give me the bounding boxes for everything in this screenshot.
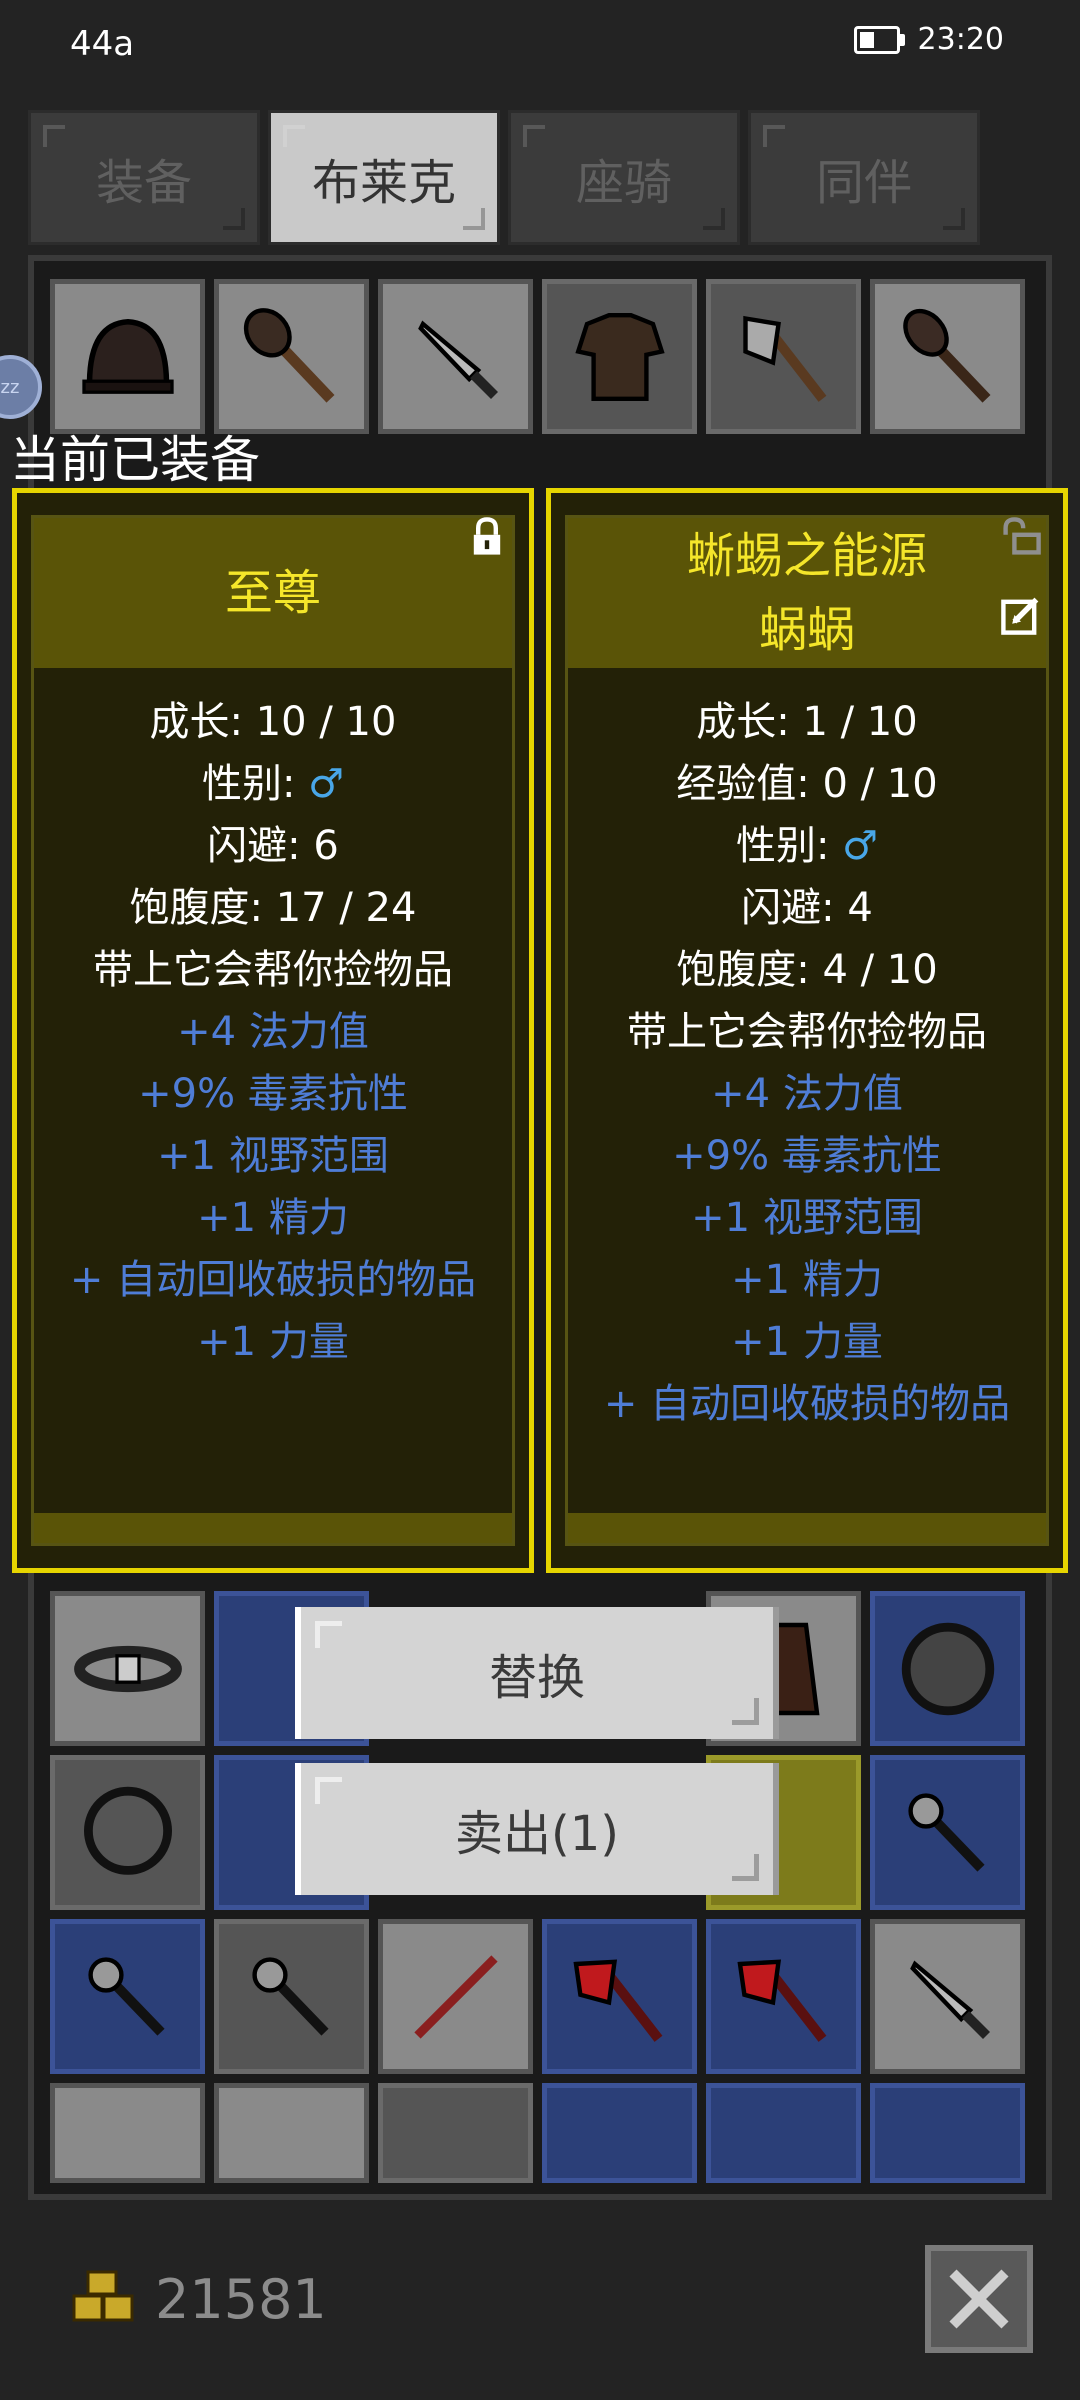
inventory-slot-axe[interactable] bbox=[706, 279, 861, 434]
stat-pickup: 带上它会帮你捡物品 bbox=[93, 947, 453, 993]
close-icon bbox=[949, 2269, 1009, 2329]
buff-mana: +4 法力值 bbox=[711, 1071, 903, 1117]
status-time: 23:20 bbox=[917, 22, 1004, 57]
wand-icon bbox=[88, 1957, 165, 2036]
equipped-pet-name: 至尊 bbox=[224, 565, 321, 621]
buff-auto-recycle: + 自动回收破损的物品 bbox=[69, 1257, 477, 1303]
buff-strength: +1 力量 bbox=[197, 1319, 349, 1365]
stat-growth: 成长: 10 / 10 bbox=[149, 699, 397, 745]
equipped-pet-stats: 成长: 10 / 10 性别: ♂ 闪避: 6 饱腹度: 17 / 24 带上它… bbox=[34, 691, 512, 1373]
new-pet-card: 蜥蜴之能源 蜗蜗 成长: 1 / 10 经验值: 0 / 10 性别: ♂ 闪避… bbox=[546, 488, 1068, 1573]
new-pet-name: 蜗蜗 bbox=[758, 602, 855, 658]
stat-evasion: 闪避: 4 bbox=[741, 885, 873, 931]
inventory-slot-round-shield[interactable] bbox=[50, 1755, 205, 1910]
dagger-icon bbox=[910, 1960, 991, 2040]
round-shield-icon bbox=[84, 1786, 172, 1875]
stat-pickup: 带上它会帮你捡物品 bbox=[627, 1009, 987, 1055]
inventory-slot-sickle-2[interactable] bbox=[870, 2083, 1025, 2183]
inventory-slot-dagger-3[interactable] bbox=[50, 2083, 205, 2183]
inventory-slot-dagger-4[interactable] bbox=[214, 2083, 369, 2183]
inventory-slot-belt[interactable] bbox=[50, 1591, 205, 1746]
helmet-icon bbox=[82, 319, 174, 394]
stat-gender: 性别: ♂ bbox=[735, 823, 879, 869]
inventory-slot-scimitar[interactable] bbox=[542, 2083, 697, 2183]
inventory-slot-wand-3[interactable] bbox=[214, 1919, 369, 2074]
lock-icon[interactable] bbox=[465, 515, 509, 559]
mace-icon bbox=[903, 308, 991, 403]
stat-satiety: 饱腹度: 4 / 10 bbox=[676, 947, 938, 993]
buff-poison-resist: +9% 毒素抗性 bbox=[138, 1071, 408, 1117]
wand-icon bbox=[908, 1793, 985, 1872]
buff-vision: +1 视野范围 bbox=[691, 1195, 923, 1241]
shield-icon bbox=[901, 1622, 995, 1716]
inventory-slot-club[interactable] bbox=[214, 279, 369, 434]
new-pet-stats: 成长: 1 / 10 经验值: 0 / 10 性别: ♂ 闪避: 4 饱腹度: … bbox=[568, 691, 1046, 1435]
stat-gender: 性别: ♂ bbox=[201, 761, 345, 807]
close-button[interactable] bbox=[925, 2245, 1033, 2353]
male-icon: ♂ bbox=[842, 823, 879, 869]
inventory-slot-helmet[interactable] bbox=[50, 279, 205, 434]
armor-icon bbox=[575, 313, 665, 401]
gold-coins-icon bbox=[72, 2270, 134, 2322]
gold-amount: 21581 bbox=[155, 2268, 327, 2331]
buff-stamina: +1 精力 bbox=[731, 1257, 883, 1303]
replace-button[interactable]: 替换 bbox=[295, 1607, 779, 1739]
inventory-slot-wand-2[interactable] bbox=[50, 1919, 205, 2074]
current-equipped-label: 当前已装备 bbox=[10, 431, 260, 489]
tab-blake[interactable]: 布莱克 bbox=[268, 110, 500, 245]
male-icon: ♂ bbox=[308, 761, 345, 807]
belt-icon bbox=[74, 1645, 182, 1693]
red-axe-icon bbox=[573, 1959, 663, 2042]
unlock-icon[interactable] bbox=[999, 515, 1043, 559]
inventory-slot-armor[interactable] bbox=[542, 279, 697, 434]
dagger-icon bbox=[418, 320, 499, 400]
inventory-slot-red-axe[interactable] bbox=[542, 1919, 697, 2074]
stat-growth: 成长: 1 / 10 bbox=[696, 699, 918, 745]
inventory-slot-dagger[interactable] bbox=[378, 279, 533, 434]
status-left-text: 44a bbox=[70, 24, 135, 64]
stat-evasion: 闪避: 6 bbox=[207, 823, 339, 869]
inventory-slot-spear[interactable] bbox=[378, 1919, 533, 2074]
battery-icon bbox=[853, 25, 905, 54]
status-bar: 44a 23:20 bbox=[0, 0, 1080, 90]
inventory-slot-shield[interactable] bbox=[870, 1591, 1025, 1746]
inventory-slot-dagger-2[interactable] bbox=[870, 1919, 1025, 2074]
club-icon bbox=[243, 308, 335, 403]
inventory-slot-sickle[interactable] bbox=[706, 2083, 861, 2183]
inventory-slot-red-axe-2[interactable] bbox=[706, 1919, 861, 2074]
equipped-pet-card: 至尊 成长: 10 / 10 性别: ♂ 闪避: 6 饱腹度: 17 / 24 … bbox=[12, 488, 534, 1573]
buff-auto-recycle: + 自动回收破损的物品 bbox=[603, 1381, 1011, 1427]
edit-icon[interactable] bbox=[999, 593, 1043, 637]
tab-companion[interactable]: 同伴 bbox=[748, 110, 980, 245]
buff-mana: +4 法力值 bbox=[177, 1009, 369, 1055]
buff-strength: +1 力量 bbox=[731, 1319, 883, 1365]
stat-satiety: 饱腹度: 17 / 24 bbox=[129, 885, 417, 931]
buff-vision: +1 视野范围 bbox=[157, 1133, 389, 1179]
inventory-slot-wand[interactable] bbox=[870, 1755, 1025, 1910]
spear-icon bbox=[414, 1955, 498, 2039]
stat-experience: 经验值: 0 / 10 bbox=[676, 761, 938, 807]
tab-equipment[interactable]: 装备 bbox=[28, 110, 260, 245]
sell-button[interactable]: 卖出(1) bbox=[295, 1763, 779, 1895]
tab-mount[interactable]: 座骑 bbox=[508, 110, 740, 245]
axe-icon bbox=[743, 315, 827, 402]
buff-poison-resist: +9% 毒素抗性 bbox=[672, 1133, 942, 1179]
inventory-slot-mace[interactable] bbox=[870, 279, 1025, 434]
buff-stamina: +1 精力 bbox=[197, 1195, 349, 1241]
inventory-slot-sword[interactable] bbox=[378, 2083, 533, 2183]
wand-icon bbox=[252, 1957, 329, 2036]
category-tabs: 装备 布莱克 座骑 同伴 bbox=[28, 110, 980, 245]
red-axe-icon bbox=[737, 1959, 827, 2042]
new-pet-title: 蜥蜴之能源 bbox=[686, 528, 927, 584]
